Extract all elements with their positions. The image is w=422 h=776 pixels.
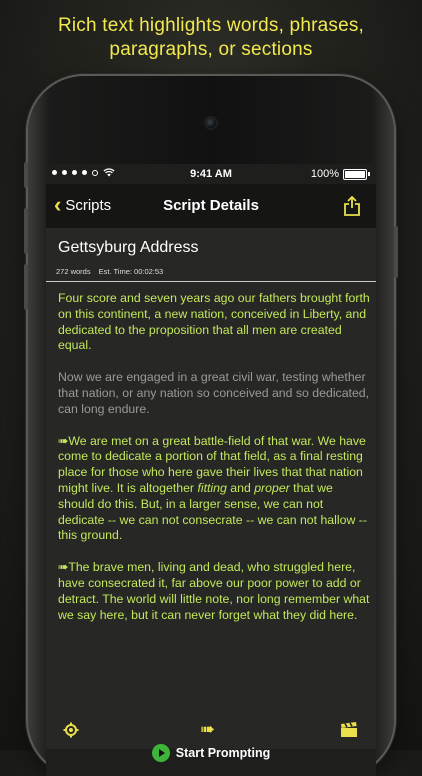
page-title: Script Details bbox=[163, 197, 259, 214]
section-marker-icon: ➠ bbox=[58, 560, 69, 575]
paragraph-4: ➠The brave men, living and dead, who str… bbox=[58, 560, 370, 622]
script-body[interactable]: Four score and seven years ago our fathe… bbox=[58, 291, 370, 639]
promo-line-1: Rich text highlights words, phrases, bbox=[57, 15, 365, 36]
battery-percent: 100% bbox=[310, 168, 339, 180]
highlight-arrow-icon[interactable]: ➠ bbox=[200, 720, 215, 738]
navigation-bar: ‹ Scripts Script Details bbox=[46, 184, 376, 229]
start-prompting-label: Start Prompting bbox=[175, 746, 271, 760]
script-meta: 272 words Est. Time: 00:02:53 bbox=[56, 267, 163, 276]
mute-switch bbox=[24, 162, 28, 188]
word-count: 272 words bbox=[56, 267, 91, 276]
promo-line-2: paragraphs, or sections bbox=[109, 39, 313, 60]
paragraph-2: Now we are engaged in a great civil war,… bbox=[58, 370, 370, 416]
italic-proper: proper bbox=[254, 480, 290, 495]
share-icon[interactable] bbox=[342, 195, 362, 217]
paragraph-3: ➠We are met on a great battle-field of t… bbox=[58, 433, 367, 543]
volume-up-button bbox=[24, 208, 28, 254]
power-button bbox=[394, 226, 398, 278]
script-title: Gettsyburg Address bbox=[58, 239, 199, 256]
status-bar: 9:41 AM 100% bbox=[46, 164, 376, 184]
battery-icon bbox=[343, 168, 367, 180]
promo-banner: Rich text highlights words, phrases, par… bbox=[0, 14, 422, 62]
italic-fitting: fitting bbox=[197, 480, 227, 495]
front-camera bbox=[206, 118, 216, 128]
section-marker-icon: ➠ bbox=[58, 433, 69, 448]
paragraph-1: Four score and seven years ago our fathe… bbox=[58, 291, 370, 353]
gear-icon[interactable] bbox=[63, 722, 79, 738]
phone-frame: 9:41 AM 100% ‹ Scripts Script Details Ge… bbox=[24, 76, 398, 776]
divider bbox=[46, 281, 376, 282]
clapperboard-icon[interactable] bbox=[340, 722, 358, 738]
start-prompting-button[interactable]: Start Prompting bbox=[46, 744, 376, 762]
volume-down-button bbox=[24, 264, 28, 310]
script-content[interactable]: Gettsyburg Address 272 words Est. Time: … bbox=[46, 229, 376, 749]
app-screen: 9:41 AM 100% ‹ Scripts Script Details Ge… bbox=[46, 164, 376, 776]
play-icon bbox=[151, 744, 170, 762]
estimated-time: Est. Time: 00:02:53 bbox=[98, 267, 164, 276]
